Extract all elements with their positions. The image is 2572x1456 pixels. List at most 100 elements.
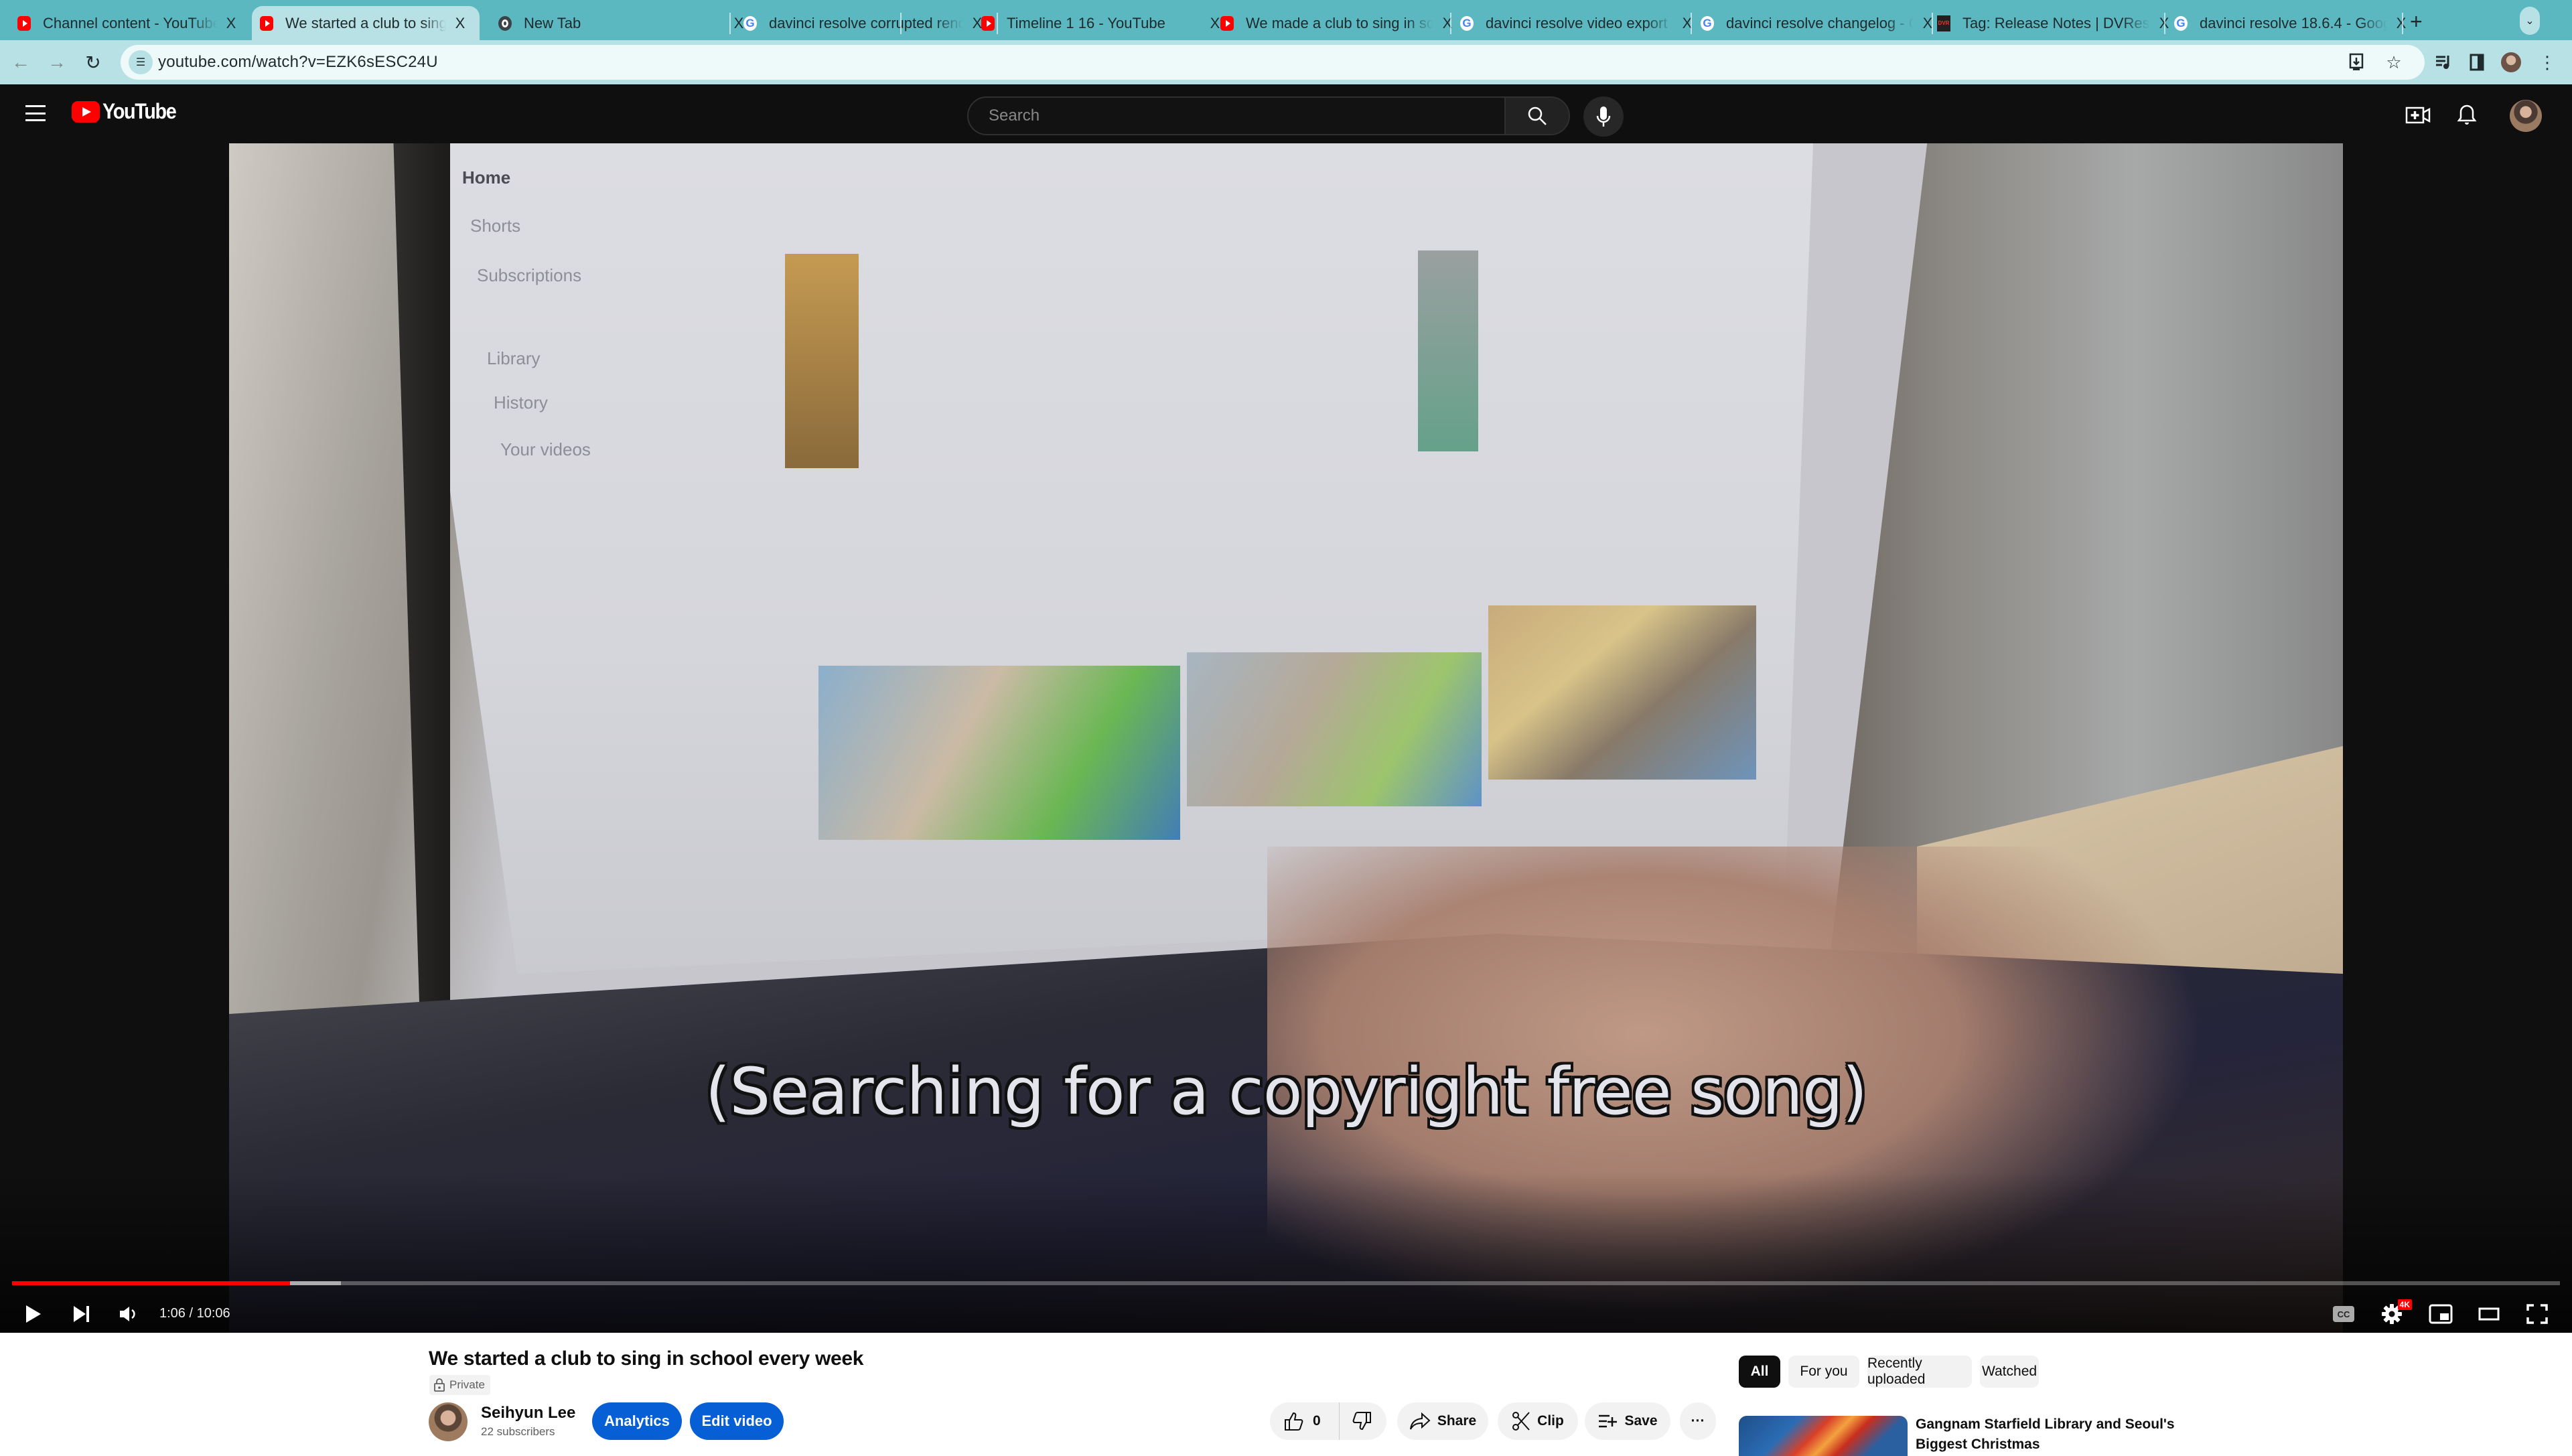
play-button[interactable]	[20, 1298, 47, 1330]
new-tab-button[interactable]: +	[2410, 9, 2423, 34]
chrome-favicon-icon	[498, 15, 512, 31]
tab-channel-content[interactable]: Channel content - YouTube Studio X	[9, 6, 246, 40]
tab-search-button[interactable]: ⌄	[2520, 7, 2540, 35]
tab-new-tab[interactable]: New Tab X	[490, 6, 754, 40]
tab-davinci-changelog[interactable]: G davinci resolve changelog - Google X	[1693, 6, 1943, 40]
search-button[interactable]	[1504, 98, 1569, 134]
close-tab-icon[interactable]: X	[2394, 15, 2409, 32]
volume-icon	[120, 1307, 135, 1321]
tab-davinci-corrupted[interactable]: G davinci resolve corrupted render X	[735, 6, 993, 40]
bell-icon	[2457, 104, 2477, 125]
reload-button[interactable]: ↻	[80, 50, 106, 75]
settings-button[interactable]: 4K	[2377, 1298, 2412, 1330]
url-text[interactable]: youtube.com/watch?v=EZK6sESC24U	[158, 53, 438, 72]
video-screen-thumbnail	[1418, 250, 1478, 451]
menu-icon[interactable]	[25, 103, 46, 123]
tab-current-video[interactable]: We started a club to sing in school ever…	[252, 6, 480, 40]
dislike-button[interactable]	[1340, 1402, 1385, 1440]
chip-all[interactable]: All	[1739, 1356, 1780, 1388]
address-bar[interactable]: ☰ youtube.com/watch?v=EZK6sESC24U ☆	[121, 45, 2425, 80]
side-panel-icon[interactable]	[2464, 50, 2490, 75]
video-screen-text-library: Library	[487, 348, 541, 368]
save-label: Save	[1624, 1413, 1658, 1429]
skip-next-icon	[74, 1306, 89, 1322]
clip-button[interactable]: Clip	[1498, 1402, 1578, 1440]
tab-separator	[1691, 13, 1692, 34]
miniplayer-button[interactable]	[2426, 1298, 2455, 1330]
tab-separator	[997, 13, 998, 34]
tab-separator	[729, 13, 731, 34]
tab-davinci-export[interactable]: G davinci resolve video export X	[1452, 6, 1703, 40]
tab-release-notes[interactable]: DVR Tag: Release Notes | DVResolve X	[1929, 6, 2180, 40]
back-button[interactable]: ←	[8, 50, 33, 75]
theater-icon	[2478, 1307, 2500, 1321]
tab-title: davinci resolve corrupted render	[769, 14, 963, 31]
profile-avatar-icon[interactable]	[2498, 50, 2524, 75]
thumbs-up-icon	[1285, 1412, 1303, 1431]
miniplayer-icon	[2429, 1304, 2453, 1324]
fullscreen-button[interactable]	[2522, 1298, 2552, 1330]
play-icon	[26, 1305, 41, 1323]
tab-title: Tag: Release Notes | DVResolve	[1962, 14, 2150, 31]
youtube-header: YouTube	[0, 84, 2572, 143]
chrome-menu-icon[interactable]: ⋮	[2534, 50, 2560, 75]
chip-watched[interactable]: Watched	[1980, 1356, 2039, 1388]
analytics-button[interactable]: Analytics	[592, 1402, 682, 1440]
tab-timeline[interactable]: Timeline 1 16 - YouTube X	[973, 6, 1230, 40]
search-box	[967, 96, 1570, 135]
tab-title: davinci resolve 18.6.4 - Google	[2200, 14, 2387, 31]
recommendation-thumbnail[interactable]	[1739, 1416, 1908, 1456]
chip-for-you[interactable]: For you	[1788, 1356, 1859, 1388]
more-actions-button[interactable]: ···	[1680, 1402, 1716, 1440]
tab-separator	[1450, 13, 1451, 34]
notifications-button[interactable]	[2453, 102, 2480, 129]
site-info-icon[interactable]: ☰	[129, 50, 153, 74]
video-screen-thumbnail	[1187, 652, 1482, 806]
share-label: Share	[1437, 1413, 1477, 1429]
channel-avatar[interactable]	[429, 1402, 468, 1441]
video-screen-text-home: Home	[462, 167, 511, 188]
like-button[interactable]: 0	[1270, 1402, 1340, 1440]
tab-title: We started a club to sing in school ever…	[285, 14, 446, 31]
tab-title: New Tab	[524, 14, 581, 31]
tab-separator	[900, 13, 902, 34]
install-app-icon[interactable]	[2346, 50, 2370, 74]
account-avatar[interactable]	[2510, 100, 2542, 132]
share-button[interactable]: Share	[1397, 1402, 1488, 1440]
create-video-button[interactable]	[2405, 102, 2431, 129]
recommendation-title[interactable]: Gangnam Starfield Library and Seoul's Bi…	[1916, 1414, 2184, 1455]
tab-davinci-1864[interactable]: G davinci resolve 18.6.4 - Google X	[2166, 6, 2417, 40]
privacy-label: Private	[449, 1378, 485, 1391]
tab-we-made-a-club[interactable]: We made a club to sing in school X	[1212, 6, 1463, 40]
search-input[interactable]	[969, 98, 1504, 134]
close-tab-icon[interactable]: X	[224, 15, 238, 32]
youtube-favicon-icon	[260, 15, 273, 31]
mute-button[interactable]	[115, 1298, 142, 1330]
forward-button[interactable]: →	[44, 50, 70, 75]
chip-recently-uploaded[interactable]: Recently uploaded	[1867, 1356, 1972, 1388]
clip-label: Clip	[1537, 1413, 1564, 1429]
quality-badge: 4K	[2397, 1299, 2412, 1310]
tab-title: We made a club to sing in school	[1246, 14, 1433, 31]
bookmark-star-icon[interactable]: ☆	[2382, 50, 2406, 74]
close-tab-icon[interactable]: X	[453, 15, 468, 32]
next-button[interactable]	[68, 1298, 95, 1330]
media-controls-icon[interactable]	[2431, 50, 2456, 75]
scissors-icon	[1512, 1412, 1530, 1431]
microphone-icon	[1596, 106, 1611, 127]
save-button[interactable]: Save	[1585, 1402, 1670, 1440]
subscriber-count: 22 subscribers	[481, 1425, 555, 1438]
theater-mode-button[interactable]	[2474, 1298, 2504, 1330]
video-frame[interactable]: Home Shorts Subscriptions Library Histor…	[229, 143, 2343, 1333]
channel-name[interactable]: Seihyun Lee	[481, 1404, 575, 1423]
tab-title: davinci resolve changelog - Google	[1726, 14, 1914, 31]
subtitles-button[interactable]: CC	[2330, 1298, 2357, 1330]
cc-icon: CC	[2333, 1306, 2354, 1322]
lock-icon	[434, 1378, 445, 1392]
progress-bar[interactable]	[12, 1281, 2560, 1285]
edit-video-button[interactable]: Edit video	[690, 1402, 784, 1440]
voice-search-button[interactable]	[1583, 96, 1624, 137]
video-player[interactable]: Home Shorts Subscriptions Library Histor…	[0, 143, 2572, 1333]
youtube-logo[interactable]: YouTube	[72, 99, 184, 124]
video-laptop-bezel	[393, 143, 450, 1014]
